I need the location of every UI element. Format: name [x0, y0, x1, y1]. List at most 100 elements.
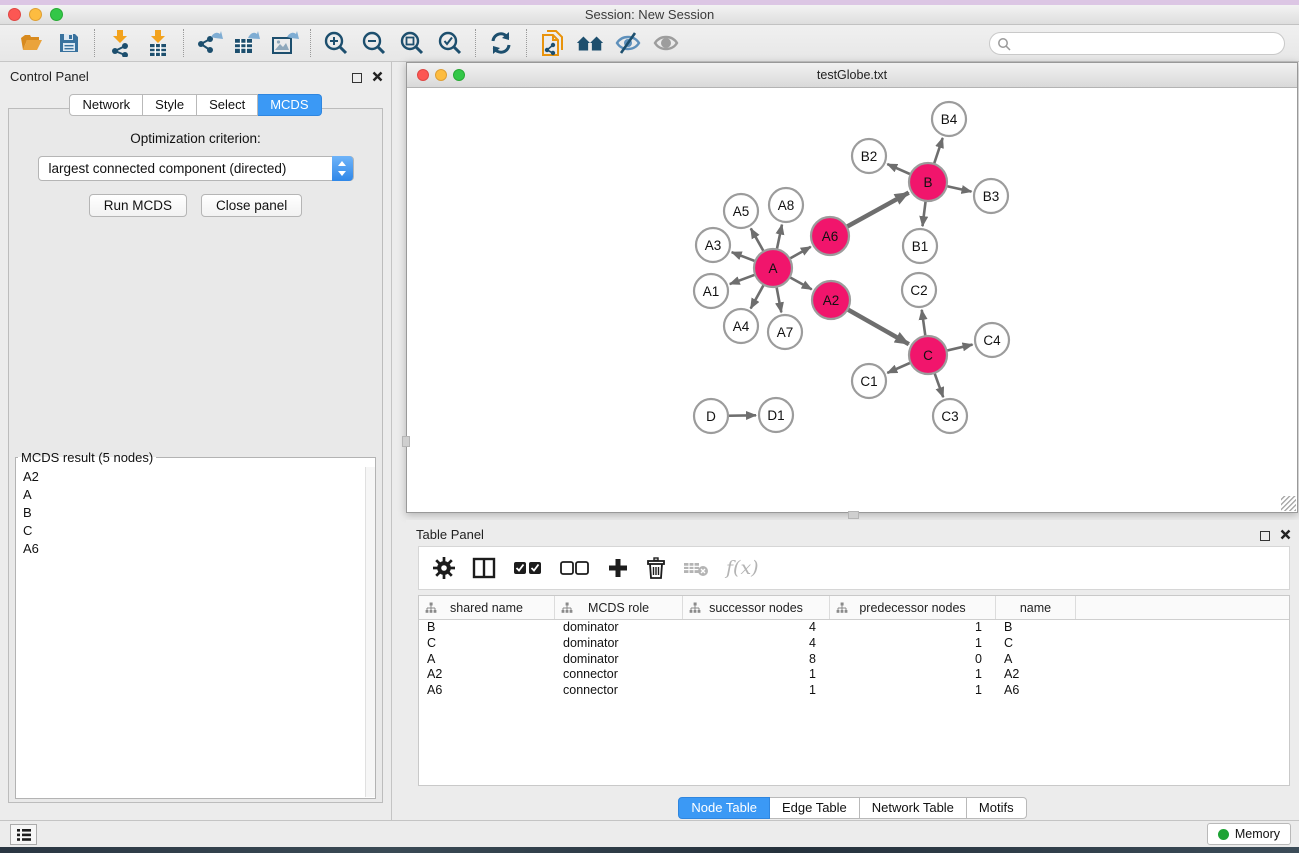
column-header-shared-name[interactable]: shared name [419, 596, 555, 619]
import-network-icon[interactable] [105, 28, 135, 58]
graph-node-B3[interactable]: B3 [974, 179, 1008, 213]
add-column-icon[interactable] [607, 555, 629, 581]
graph-node-C2[interactable]: C2 [902, 273, 936, 307]
graph-node-A3[interactable]: A3 [696, 228, 730, 262]
close-window-button[interactable] [8, 8, 21, 21]
new-network-from-selection-icon[interactable] [537, 28, 567, 58]
zoom-out-icon[interactable] [359, 28, 389, 58]
zoom-selected-icon[interactable] [435, 28, 465, 58]
zoom-fit-icon[interactable] [397, 28, 427, 58]
graph-node-B4[interactable]: B4 [932, 102, 966, 136]
float-panel-icon[interactable] [352, 73, 362, 83]
column-header-successor-nodes[interactable]: successor nodes [683, 596, 830, 619]
graph-node-C4[interactable]: C4 [975, 323, 1009, 357]
memory-button[interactable]: Memory [1207, 823, 1291, 845]
graph-node-B1[interactable]: B1 [903, 229, 937, 263]
first-neighbors-icon[interactable] [575, 28, 605, 58]
graph-node-A2[interactable]: A2 [812, 281, 850, 319]
graph-node-A7[interactable]: A7 [768, 315, 802, 349]
zoom-window-button[interactable] [50, 8, 63, 21]
network-close-button[interactable] [417, 69, 429, 81]
control-panel-tabs: NetworkStyleSelectMCDS [0, 94, 391, 116]
export-network-icon[interactable] [194, 28, 224, 58]
zoom-in-icon[interactable] [321, 28, 351, 58]
tab-edge-table[interactable]: Edge Table [770, 797, 860, 819]
deselect-all-rows-icon[interactable] [560, 555, 590, 581]
graph-node-B[interactable]: B [909, 163, 947, 201]
table-row[interactable]: A2connector11A2 [419, 667, 1289, 683]
import-table-icon[interactable] [143, 28, 173, 58]
tab-mcds[interactable]: MCDS [258, 94, 321, 116]
window-resize-grip[interactable] [1281, 496, 1296, 511]
save-session-icon[interactable] [54, 28, 84, 58]
close-panel-icon[interactable] [372, 69, 383, 87]
svg-text:D: D [706, 409, 716, 424]
close-table-panel-icon[interactable] [1280, 527, 1291, 545]
network-zoom-button[interactable] [453, 69, 465, 81]
mcds-result-item[interactable]: B [17, 503, 364, 521]
graph-node-A8[interactable]: A8 [769, 188, 803, 222]
window-edge-handle-bottom[interactable] [848, 511, 859, 519]
open-session-icon[interactable] [16, 28, 46, 58]
mcds-result-item[interactable]: A6 [17, 539, 364, 557]
graph-node-C[interactable]: C [909, 336, 947, 374]
table-row[interactable]: A6connector11A6 [419, 683, 1289, 699]
column-header-predecessor-nodes[interactable]: predecessor nodes [830, 596, 996, 619]
mcds-result-item[interactable]: A2 [17, 467, 364, 485]
tab-network[interactable]: Network [69, 94, 143, 116]
tab-select[interactable]: Select [197, 94, 258, 116]
tab-style[interactable]: Style [143, 94, 197, 116]
column-header-MCDS-role[interactable]: MCDS role [555, 596, 683, 619]
tab-network-table[interactable]: Network Table [860, 797, 967, 819]
network-window-titlebar[interactable]: testGlobe.txt [407, 63, 1297, 88]
table-cell: A2 [996, 667, 1076, 683]
delete-column-icon[interactable] [646, 555, 666, 581]
table-cell: C [996, 636, 1076, 652]
show-graphics-details-icon[interactable] [651, 28, 681, 58]
tab-node-table[interactable]: Node Table [678, 797, 770, 819]
graph-node-B2[interactable]: B2 [852, 139, 886, 173]
window-edge-handle-left[interactable] [402, 436, 410, 447]
export-image-icon[interactable] [270, 28, 300, 58]
hide-graphics-details-icon[interactable] [613, 28, 643, 58]
graph-node-A1[interactable]: A1 [694, 274, 728, 308]
float-table-panel-icon[interactable] [1260, 531, 1270, 541]
graph-node-C1[interactable]: C1 [852, 364, 886, 398]
graph-node-A[interactable]: A [754, 249, 792, 287]
search-input[interactable] [989, 32, 1285, 55]
fx-label: f(x) [726, 557, 759, 579]
table-panel-title: Table Panel [416, 527, 484, 542]
split-columns-icon[interactable] [472, 555, 496, 581]
table-row[interactable]: Cdominator41C [419, 636, 1289, 652]
tab-motifs[interactable]: Motifs [967, 797, 1027, 819]
network-canvas[interactable]: B4 B2 B B3 A5 A8A6 A3 B1 A A1 C2 A2 A4 A7 C4 C C1 C3 D D1 [407, 88, 1297, 512]
table-row[interactable]: Adominator80A [419, 652, 1289, 668]
select-all-rows-icon[interactable] [513, 555, 543, 581]
task-history-icon[interactable] [10, 824, 37, 845]
graph-node-A4[interactable]: A4 [724, 309, 758, 343]
column-header-name[interactable]: name [996, 596, 1076, 619]
column-type-icon [425, 602, 437, 614]
network-minimize-button[interactable] [435, 69, 447, 81]
apply-layout-icon[interactable] [486, 28, 516, 58]
close-panel-button[interactable]: Close panel [201, 194, 302, 217]
apply-function-icon[interactable]: f(x) [726, 555, 759, 581]
graph-node-D1[interactable]: D1 [759, 398, 793, 432]
table-cell: 1 [683, 683, 830, 699]
run-mcds-button[interactable]: Run MCDS [89, 194, 187, 217]
table-cell: A6 [419, 683, 555, 699]
graph-node-D[interactable]: D [694, 399, 728, 433]
table-cell: 1 [830, 636, 996, 652]
result-scrollbar[interactable] [365, 467, 375, 797]
table-row[interactable]: Bdominator41B [419, 620, 1289, 636]
graph-node-C3[interactable]: C3 [933, 399, 967, 433]
graph-node-A6[interactable]: A6 [811, 217, 849, 255]
mcds-result-item[interactable]: C [17, 521, 364, 539]
optimization-criterion-select[interactable]: largest connected component (directed) [38, 156, 354, 181]
mcds-result-item[interactable]: A [17, 485, 364, 503]
export-table-icon[interactable] [232, 28, 262, 58]
minimize-window-button[interactable] [29, 8, 42, 21]
delete-table-icon[interactable] [683, 555, 709, 581]
graph-node-A5[interactable]: A5 [724, 194, 758, 228]
table-settings-icon[interactable] [433, 555, 455, 581]
